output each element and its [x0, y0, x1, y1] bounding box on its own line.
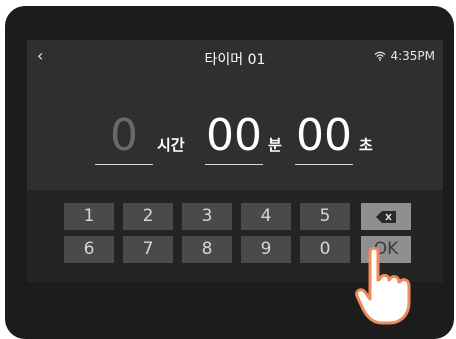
key-9[interactable]: 9 — [241, 236, 291, 263]
key-7[interactable]: 7 — [123, 236, 173, 263]
top-bar: ‹ 타이머 01 4:35PM — [27, 40, 443, 74]
minutes-underline — [205, 164, 263, 165]
hours-underline — [95, 164, 153, 165]
key-6[interactable]: 6 — [64, 236, 114, 263]
key-8[interactable]: 8 — [182, 236, 232, 263]
seconds-underline — [295, 164, 353, 165]
time-setter: 0 시간 00 분 00 초 — [27, 112, 443, 172]
seconds-field[interactable]: 00 — [295, 112, 353, 168]
key-0[interactable]: 0 — [300, 236, 350, 263]
seconds-unit-label: 초 — [359, 136, 373, 154]
hours-value: 0 — [110, 110, 138, 161]
hand-pointer-icon — [355, 246, 411, 325]
backspace-button[interactable] — [361, 203, 411, 230]
key-1[interactable]: 1 — [64, 203, 114, 230]
wifi-icon — [374, 51, 386, 61]
key-5[interactable]: 5 — [300, 203, 350, 230]
minutes-value: 00 — [206, 110, 262, 161]
backspace-icon — [376, 211, 396, 223]
seconds-value: 00 — [296, 110, 352, 161]
status-area: 4:35PM — [374, 49, 435, 63]
minutes-field[interactable]: 00 — [205, 112, 263, 168]
minutes-unit-label: 분 — [268, 136, 282, 154]
key-4[interactable]: 4 — [241, 203, 291, 230]
hours-field[interactable]: 0 — [95, 112, 153, 168]
clock-time: 4:35PM — [390, 49, 435, 63]
key-3[interactable]: 3 — [182, 203, 232, 230]
key-2[interactable]: 2 — [123, 203, 173, 230]
hours-unit-label: 시간 — [157, 136, 185, 154]
